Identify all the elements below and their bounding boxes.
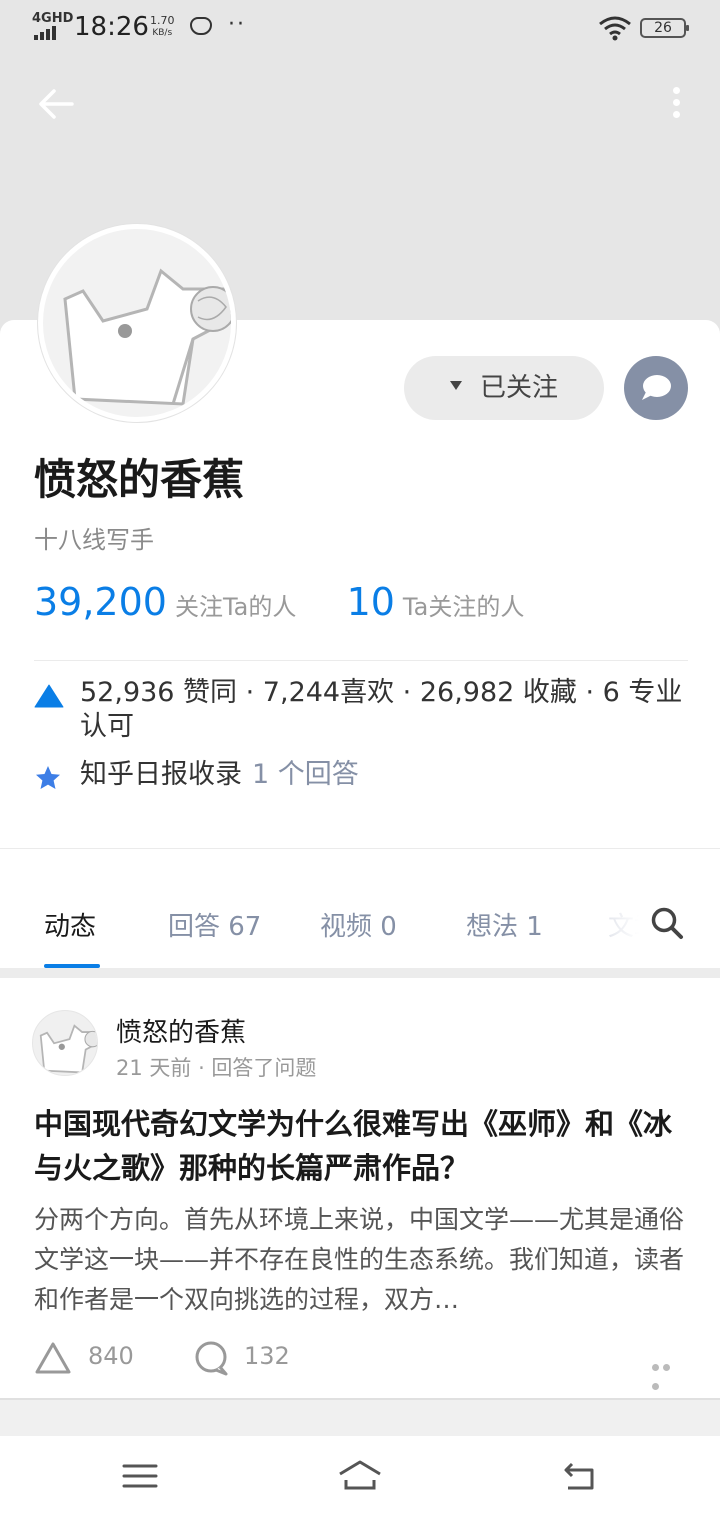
more-horizontal-icon[interactable]: [652, 1356, 684, 1390]
chat-bubble-icon: [642, 375, 671, 400]
daily-link[interactable]: 1 个回答: [252, 759, 359, 790]
upvote-triangle-icon: [34, 684, 64, 708]
daily-label: 知乎日报收录: [80, 759, 242, 790]
menu-icon[interactable]: [120, 1456, 160, 1496]
vote-count: 840: [88, 1342, 134, 1370]
question-title[interactable]: 中国现代奇幻文学为什么很难写出《巫师》和《冰与火之歌》那种的长篇严肃作品？: [34, 1102, 686, 1190]
status-bar: 4GHD 18:26 1.70 KB/s ·· 26: [0, 0, 720, 56]
author-name[interactable]: 愤怒的香蕉: [116, 1012, 246, 1049]
zhihu-daily-row[interactable]: 知乎日报收录 1 个回答: [34, 758, 684, 792]
search-icon[interactable]: [650, 906, 684, 940]
wifi-icon: [599, 16, 631, 41]
feed-actions: 840 132: [34, 1336, 686, 1390]
follow-stats: 39,200 关注Ta的人 10 Ta关注的人: [34, 580, 524, 636]
tab-videos[interactable]: 视频 0: [320, 906, 397, 943]
achievements-text: 52,936 赞同 · 7,244喜欢 · 26,982 收藏 · 6 专业认可: [80, 677, 683, 742]
follow-button-label: 已关注: [479, 373, 558, 403]
network-speed-unit: KB/s: [152, 28, 173, 38]
system-nav-bar: [0, 1436, 720, 1520]
section-separator: [0, 1398, 720, 1436]
profile-headline: 十八线写手: [34, 526, 154, 554]
clock: 18:26: [74, 12, 149, 42]
network-type: 4GHD: [32, 11, 74, 26]
section-separator: [0, 968, 720, 978]
dog-avatar-icon: [63, 268, 231, 406]
dropdown-triangle-icon: [449, 381, 462, 390]
follow-status-button[interactable]: 已关注: [404, 356, 604, 420]
achievements-row[interactable]: 52,936 赞同 · 7,244喜欢 · 26,982 收藏 · 6 专业认可: [34, 676, 684, 744]
network-speed-value: 1.70: [150, 14, 175, 27]
notification-app-icon: [190, 17, 212, 35]
message-button[interactable]: [624, 356, 688, 420]
following-label: Ta关注的人: [402, 593, 525, 621]
divider: [34, 660, 688, 661]
answer-excerpt[interactable]: 分两个方向。首先从环境上来说，中国文学——尤其是通俗文学这一块——并不存在良性的…: [34, 1200, 686, 1320]
tab-answers[interactable]: 回答 67: [168, 906, 261, 943]
tab-activity[interactable]: 动态: [44, 906, 96, 943]
avatar[interactable]: [38, 224, 236, 422]
battery-icon: 26: [640, 18, 689, 38]
following-count: 10: [346, 580, 395, 624]
profile-tabs: 动态 回答 67 视频 0 想法 1 文章: [0, 880, 720, 968]
comment-count: 132: [244, 1342, 290, 1370]
tab-thoughts[interactable]: 想法 1: [466, 906, 543, 943]
feed-meta: 21 天前 · 回答了问题: [116, 1056, 317, 1080]
author-avatar[interactable]: [32, 1010, 98, 1076]
arrow-left-icon[interactable]: [36, 84, 76, 124]
dog-avatar-icon: [39, 1024, 97, 1074]
followers-stat[interactable]: 39,200 关注Ta的人: [34, 580, 296, 624]
followers-count: 39,200: [34, 580, 167, 624]
profile-name: 愤怒的香蕉: [34, 455, 245, 504]
network-speed: 1.70 KB/s: [150, 14, 175, 40]
vertical-dots-icon[interactable]: [664, 84, 688, 124]
home-icon[interactable]: [336, 1456, 384, 1496]
upvote-icon[interactable]: [34, 1340, 72, 1376]
divider: [0, 848, 720, 849]
feed-card[interactable]: 愤怒的香蕉 21 天前 · 回答了问题 中国现代奇幻文学为什么很难写出《巫师》和…: [0, 978, 720, 1398]
followers-label: 关注Ta的人: [174, 593, 297, 621]
more-notifications-icon: ··: [228, 12, 246, 37]
following-stat[interactable]: 10 Ta关注的人: [347, 580, 525, 624]
signal-icon: [34, 26, 62, 40]
back-icon[interactable]: [560, 1456, 600, 1496]
star-icon: [36, 766, 60, 789]
comment-icon[interactable]: [192, 1340, 230, 1376]
